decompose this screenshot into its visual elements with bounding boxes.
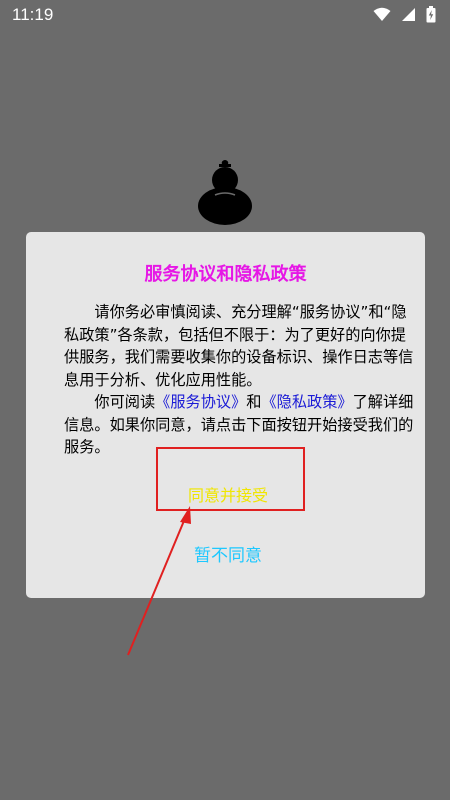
wifi-icon [373,7,391,22]
dialog-paragraph-2: 你可阅读《服务协议》和《隐私政策》了解详细信息。如果你同意，请点击下面按钮开始接… [64,391,414,459]
privacy-dialog: 服务协议和隐私政策 请你务必审慎阅读、充分理解“服务协议”和“隐私政策”各条款，… [26,232,425,598]
status-icons [373,6,436,23]
status-bar: 11:19 [0,0,450,32]
status-time: 11:19 [12,5,54,24]
paragraph-2-and: 和 [246,393,262,411]
signal-icon [401,7,416,22]
service-agreement-link[interactable]: 《服务协议》 [155,393,246,411]
dialog-title: 服务协议和隐私政策 [144,264,307,285]
gourd-icon [197,158,253,226]
dialog-paragraph-1: 请你务必审慎阅读、充分理解“服务协议”和“隐私政策”各条款，包括但不限于：为了更… [64,303,414,389]
decline-button[interactable]: 暂不同意 [153,538,303,568]
accept-button[interactable]: 同意并接受 [153,476,303,512]
battery-charging-icon [426,6,436,23]
dialog-body: 请你务必审慎阅读、充分理解“服务协议”和“隐私政策”各条款，包括但不限于：为了更… [64,301,414,459]
privacy-policy-link[interactable]: 《隐私政策》 [261,393,352,411]
paragraph-2-prefix: 你可阅读 [94,393,156,411]
